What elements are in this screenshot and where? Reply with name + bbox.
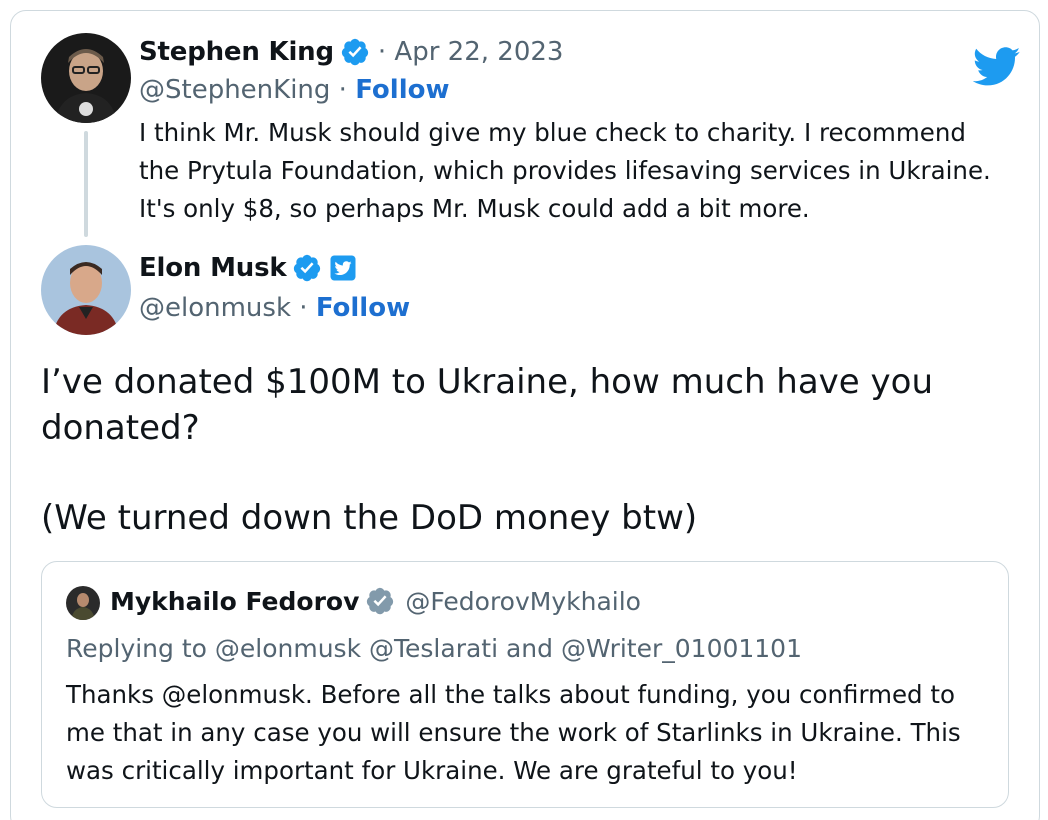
quoted-author-row: Mykhailo Fedorov @FedorovMykhailo [110, 586, 641, 616]
verified-badge-icon [365, 586, 395, 616]
author-row-elon-musk: Elon Musk [139, 253, 358, 283]
follow-button[interactable]: Follow [316, 293, 410, 323]
avatar-mykhailo-fedorov[interactable] [66, 586, 100, 620]
avatar-elon-musk[interactable] [41, 245, 131, 335]
handle-row-elon-musk: @elonmusk · Follow [139, 293, 410, 323]
author-name[interactable]: Elon Musk [139, 253, 287, 283]
quoted-tweet-text: Thanks @elonmusk. Before all the talks a… [66, 680, 961, 785]
thread-connector-line [84, 131, 88, 237]
tweet-date[interactable]: · Apr 22, 2023 [378, 37, 564, 67]
author-handle[interactable]: @FedorovMykhailo [405, 587, 641, 616]
separator-dot: · [330, 75, 356, 105]
author-row-stephen-king: Stephen King · Apr 22, 2023 [139, 37, 563, 67]
author-handle[interactable]: @StephenKing [139, 75, 330, 105]
author-name[interactable]: Stephen King [139, 37, 334, 67]
tweet-embed-card: Stephen King · Apr 22, 2023 @StephenKing… [10, 10, 1040, 820]
twitter-affiliate-icon[interactable] [328, 253, 358, 283]
tweet-text-main: I’ve donated $100M to Ukraine, how much … [41, 359, 1001, 541]
avatar-stephen-king[interactable] [41, 33, 131, 123]
verified-badge-icon [340, 37, 370, 67]
author-name[interactable]: Mykhailo Fedorov [110, 587, 359, 616]
quoted-tweet[interactable]: Mykhailo Fedorov @FedorovMykhailo Replyi… [41, 561, 1009, 808]
tweet-text-line: I’ve donated $100M to Ukraine, how much … [41, 362, 934, 448]
tweet-text-line: (We turned down the DoD money btw) [41, 498, 698, 538]
separator-dot: · [291, 293, 316, 323]
tweet-text: I think Mr. Musk should give my blue che… [139, 118, 991, 223]
handle-row-stephen-king: @StephenKing · Follow [139, 75, 450, 105]
twitter-bird-icon[interactable] [972, 47, 1021, 87]
replying-to-line[interactable]: Replying to @elonmusk @Teslarati and @Wr… [66, 634, 802, 663]
follow-button[interactable]: Follow [355, 75, 449, 105]
author-handle[interactable]: @elonmusk [139, 293, 291, 323]
verified-badge-icon [292, 253, 322, 283]
